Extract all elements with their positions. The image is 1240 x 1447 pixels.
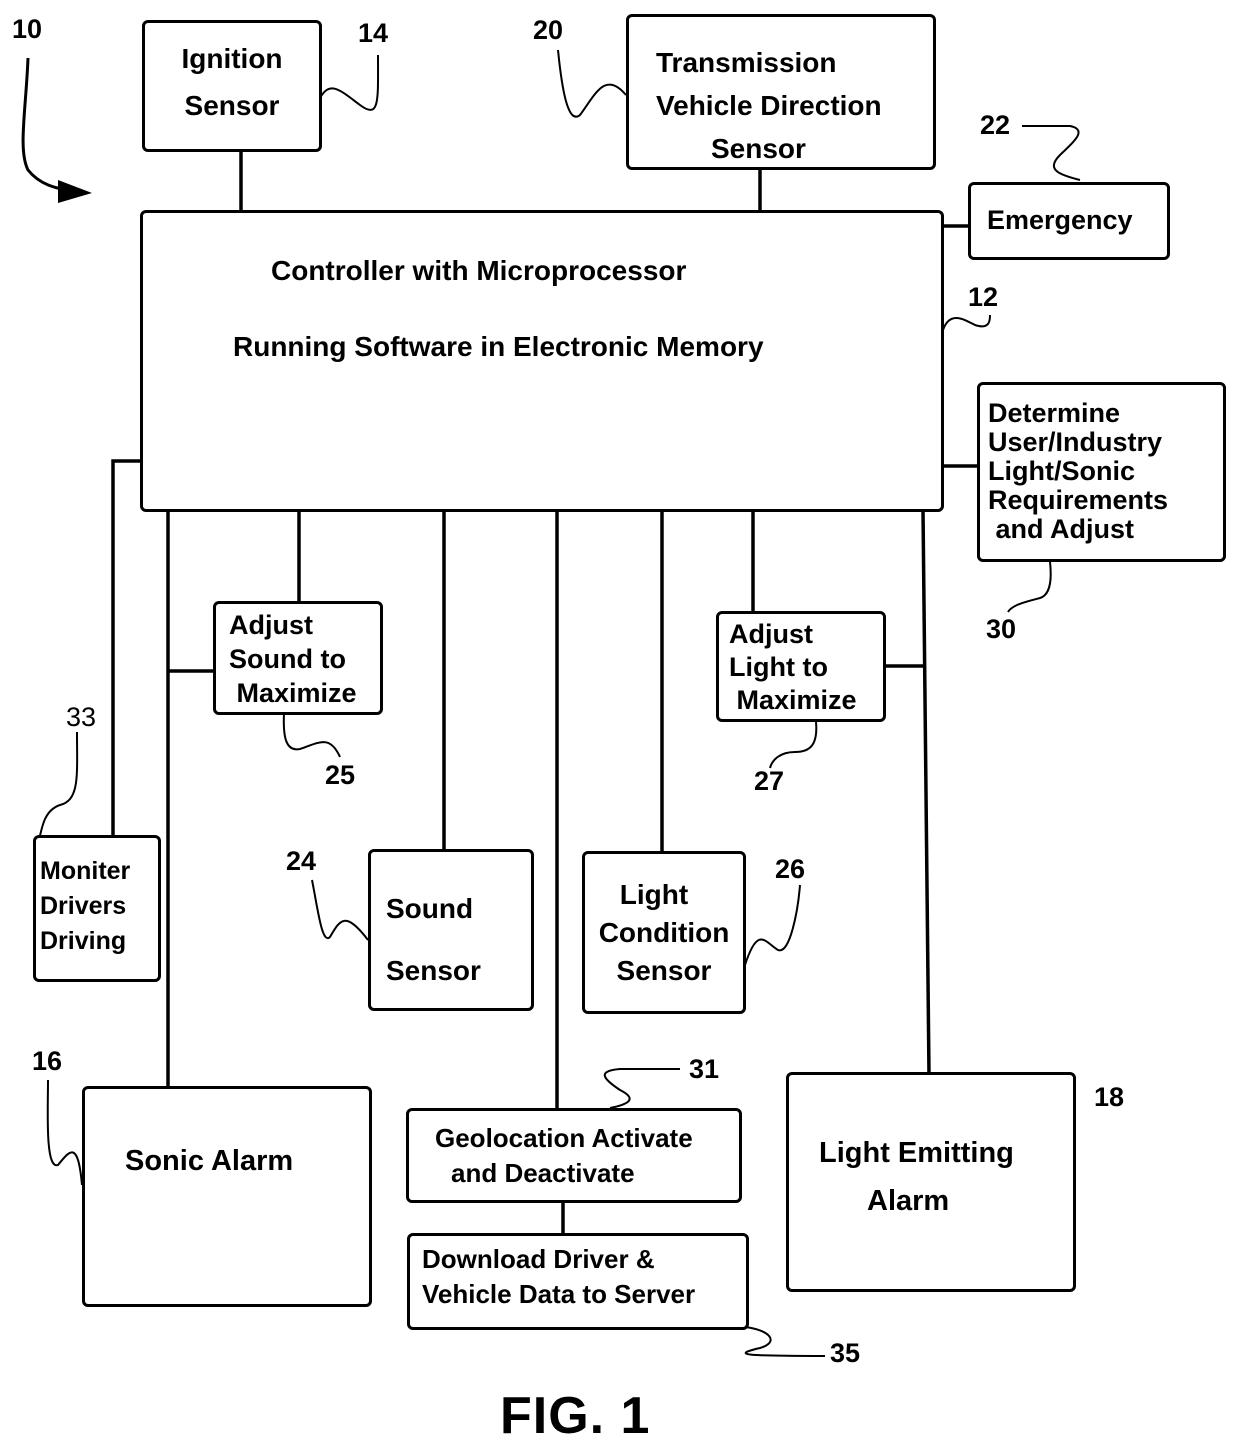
light-condition-label-1: Light (619, 879, 689, 910)
emergency-block: Emergency (968, 182, 1170, 260)
ref-geolocation: 31 (689, 1054, 720, 1084)
geolocation-block: Geolocation Activate and Deactivate (406, 1108, 742, 1203)
ref-adjust-sound: 25 (325, 760, 356, 790)
adjust-sound-label-3: Maximize (229, 678, 357, 708)
leader-20 (557, 49, 627, 118)
adjust-light-label-1: Adjust (729, 619, 813, 649)
ignition-sensor-label-2: Sensor (184, 90, 280, 121)
light-emitting-alarm-label-2: Alarm (867, 1185, 950, 1217)
download-data-label-2: Vehicle Data to Server (422, 1279, 696, 1309)
leader-31 (604, 1068, 680, 1109)
monitor-drivers-label-3: Driving (40, 927, 127, 955)
emergency-label: Emergency (987, 205, 1133, 235)
leader-24 (311, 879, 369, 941)
monitor-drivers-label-2: Drivers (40, 892, 127, 920)
adjust-sound-label-2: Sound to (229, 644, 346, 674)
arrow-10-shaft (21, 57, 76, 194)
arrow-10-head (58, 180, 92, 203)
geolocation-label-2: and Deactivate (451, 1158, 635, 1188)
leader-33 (37, 731, 79, 846)
leader-14 (319, 54, 380, 111)
ref-monitor-drivers: 33 (66, 702, 97, 732)
ignition-sensor-block: Ignition Sensor (142, 20, 322, 152)
sound-sensor-label-2: Sensor (386, 955, 481, 986)
sound-sensor-block: Sound Sensor (368, 849, 534, 1011)
leader-27 (769, 721, 818, 769)
leader-12 (942, 314, 991, 331)
ref-requirements: 30 (986, 614, 1017, 644)
figure-caption: FIG. 1 (500, 1387, 651, 1445)
monitor-drivers-label-1: Moniter (40, 857, 131, 885)
ref-sonic-alarm: 16 (32, 1046, 63, 1076)
sonic-alarm-block: Sonic Alarm (82, 1086, 372, 1307)
monitor-drivers-block: Moniter Drivers Driving (33, 835, 161, 982)
adjust-sound-label-1: Adjust (229, 610, 313, 640)
requirements-label-5: and Adjust (988, 514, 1135, 544)
ref-light-condition-sensor: 26 (775, 854, 806, 884)
adjust-light-label-2: Light to (729, 652, 828, 682)
transmission-sensor-label-3: Sensor (711, 133, 806, 164)
adjust-light-label-3: Maximize (729, 685, 857, 715)
light-condition-label-3: Sensor (616, 955, 712, 986)
leader-25 (282, 712, 341, 758)
light-emitting-alarm-label-1: Light Emitting (819, 1137, 1014, 1169)
ref-adjust-light: 27 (754, 766, 785, 796)
leader-16 (46, 1079, 83, 1186)
leader-30 (1007, 561, 1052, 613)
geolocation-label-1: Geolocation Activate (435, 1123, 693, 1153)
sonic-alarm-label: Sonic Alarm (125, 1145, 294, 1177)
light-condition-label-2: Condition (598, 917, 730, 948)
requirements-label-3: Light/Sonic (988, 456, 1135, 486)
ref-download-data: 35 (830, 1338, 861, 1368)
ref-ignition-sensor: 14 (358, 18, 389, 48)
transmission-sensor-label-1: Transmission (656, 47, 837, 78)
requirements-label-2: User/Industry (988, 427, 1163, 457)
ref-sound-sensor: 24 (286, 846, 317, 876)
controller-label-2: Running Software in Electronic Memory (233, 331, 764, 362)
transmission-sensor-label-2: Vehicle Direction (656, 90, 882, 121)
ref-controller: 12 (968, 282, 999, 312)
controller-block: Controller with Microprocessor Running S… (140, 210, 944, 512)
requirements-block: Determine User/Industry Light/Sonic Requ… (977, 382, 1226, 562)
requirements-label-1: Determine (988, 398, 1121, 428)
controller-label-1: Controller with Microprocessor (271, 255, 687, 286)
leader-26 (744, 884, 801, 966)
leader-35 (744, 1326, 826, 1357)
light-condition-sensor-block: Light Condition Sensor (582, 851, 746, 1014)
requirements-label-4: Requirements (988, 485, 1169, 515)
wire-light-alarm (921, 509, 931, 1076)
ref-transmission-sensor: 20 (533, 15, 564, 45)
leader-22 (1022, 125, 1081, 181)
ref-emergency: 22 (980, 110, 1011, 140)
sound-sensor-label-1: Sound (386, 893, 474, 924)
light-emitting-alarm-block: Light Emitting Alarm (786, 1072, 1076, 1292)
ref-light-emitting-alarm: 18 (1094, 1082, 1125, 1112)
download-data-label-1: Download Driver & (422, 1244, 655, 1274)
ref-system: 10 (12, 14, 43, 44)
wire-monitor-controller (111, 459, 142, 837)
adjust-sound-block: Adjust Sound to Maximize (213, 601, 383, 715)
adjust-light-block: Adjust Light to Maximize (716, 611, 886, 722)
ignition-sensor-label-1: Ignition (181, 43, 283, 74)
transmission-sensor-block: Transmission Vehicle Direction Sensor (626, 14, 936, 170)
download-data-block: Download Driver & Vehicle Data to Server (407, 1233, 749, 1330)
